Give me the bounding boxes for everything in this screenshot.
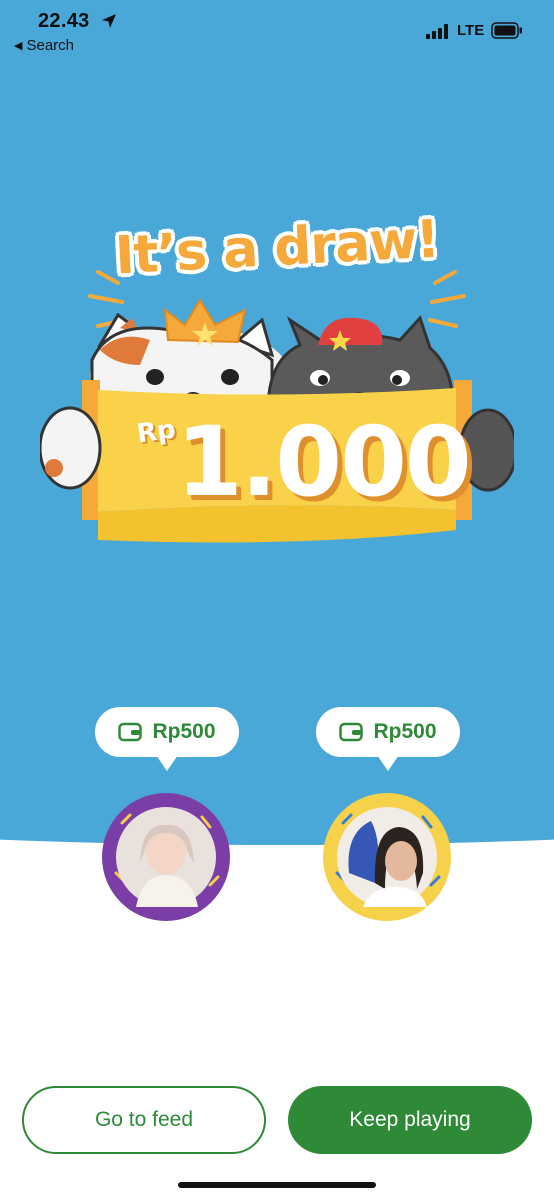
prize-currency: Rp (135, 414, 178, 450)
back-to-search-link[interactable]: ◀ Search (14, 37, 74, 54)
keep-playing-button[interactable]: Keep playing (288, 1086, 532, 1154)
home-indicator[interactable] (178, 1182, 376, 1188)
player-2-avatar[interactable] (323, 793, 451, 921)
wallet-icon (339, 722, 364, 742)
back-triangle-icon: ◀ (14, 40, 23, 52)
player-2-wallet-bubble: Rp500 (316, 707, 460, 771)
cellular-signal-icon (426, 24, 448, 39)
player-1-wallet-bubble: Rp500 (95, 707, 239, 771)
player-1-wallet-amount: Rp500 (152, 720, 216, 743)
status-time: 22.43 (38, 10, 90, 32)
back-label: Search (26, 37, 74, 54)
wallet-icon (118, 722, 143, 742)
battery-icon (491, 22, 522, 39)
go-to-feed-button[interactable]: Go to feed (22, 1086, 266, 1154)
draw-result-screen: 22.43 ◀ Search LTE It’s a draw! Rp 1.000… (0, 0, 554, 1200)
location-arrow-icon (102, 14, 116, 28)
player-1-avatar[interactable] (102, 793, 230, 921)
player-2-wallet-amount: Rp500 (373, 720, 437, 743)
prize-amount: 1.000 (176, 406, 472, 518)
network-type: LTE (457, 22, 485, 39)
